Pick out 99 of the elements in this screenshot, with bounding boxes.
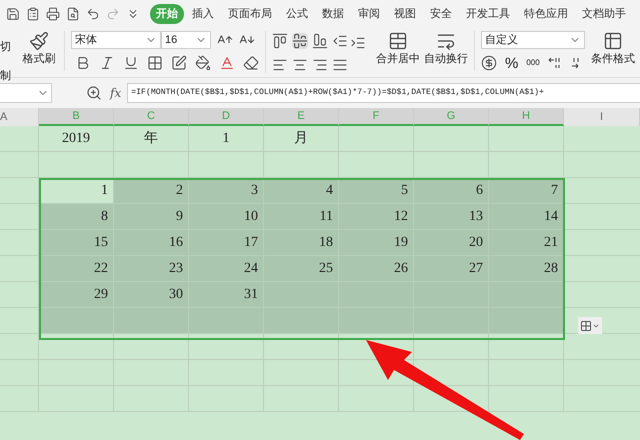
table-cell: 4 [264, 178, 339, 204]
paintbrush-icon[interactable] [29, 31, 49, 51]
table-cell: 18 [264, 230, 339, 256]
table-cell: 23 [114, 256, 189, 282]
menu-tab[interactable]: 视图 [388, 4, 422, 24]
conditional-format-button[interactable]: 条件格式 [591, 31, 635, 68]
menu-tab[interactable]: 安全 [424, 4, 458, 24]
table-cell: 12 [339, 204, 414, 230]
table-cell [0, 334, 39, 360]
font-color-icon[interactable] [219, 55, 235, 71]
menu-tab[interactable]: 审阅 [352, 4, 386, 24]
merge-cells-icon[interactable] [388, 31, 408, 51]
table-cell: 9 [114, 204, 189, 230]
table-cell: 7 [489, 178, 564, 204]
table-cell: 28 [489, 256, 564, 282]
underline-icon[interactable] [123, 55, 139, 71]
table-cell [0, 126, 39, 152]
table-cell: 2019 [39, 126, 114, 152]
zoom-icon[interactable] [86, 85, 102, 101]
table-cell: 29 [39, 282, 114, 308]
align-center-icon[interactable] [292, 57, 308, 73]
justify-icon[interactable] [332, 57, 348, 73]
merge-center-button[interactable]: 合并居中 [376, 31, 420, 68]
print-preview-icon[interactable] [66, 7, 80, 21]
table-cell: 1 [39, 178, 114, 204]
clipboard-icon[interactable] [26, 7, 40, 21]
table-cell: 8 [39, 204, 114, 230]
menu-tab[interactable]: 特色应用 [518, 4, 574, 24]
table-icon[interactable] [603, 31, 623, 51]
wrap-text-button[interactable]: 自动换行 [424, 31, 468, 68]
table-cell: 2 [114, 178, 189, 204]
table-cell: 26 [339, 256, 414, 282]
percent-button[interactable]: % [505, 56, 518, 70]
thousands-button[interactable]: 000 [526, 59, 540, 67]
align-left-icon[interactable] [272, 57, 288, 73]
table-icon [580, 320, 592, 332]
save-icon[interactable] [6, 7, 20, 21]
table-cell: 17 [189, 230, 264, 256]
eraser-icon[interactable] [243, 55, 259, 71]
menu-tab[interactable]: 文档助手 [576, 4, 632, 24]
table-cell: 11 [264, 204, 339, 230]
indent-icon[interactable] [350, 35, 366, 51]
border-icon[interactable] [147, 55, 163, 71]
table-cell: 21 [489, 230, 564, 256]
table-cell [0, 282, 39, 308]
fx-label[interactable]: fx [110, 84, 122, 102]
table-cell [0, 230, 39, 256]
undo-icon[interactable] [86, 7, 100, 21]
table-cell: 14 [489, 204, 564, 230]
table-cell: 24 [189, 256, 264, 282]
print-icon[interactable] [46, 7, 60, 21]
table-cell: 20 [414, 230, 489, 256]
table-cell [0, 178, 39, 204]
align-bottom-icon[interactable] [312, 33, 328, 49]
outdent-icon[interactable] [332, 33, 348, 49]
font-size-dropdown[interactable]: 16 [161, 31, 211, 49]
font-name-dropdown[interactable]: 宋体 [71, 31, 161, 49]
table-cell: 1 [189, 126, 264, 152]
align-middle-icon[interactable] [292, 33, 308, 49]
table-cell: 3 [189, 178, 264, 204]
clipboard-label[interactable]: 切 [0, 39, 14, 56]
table-cell: 月 [264, 126, 339, 152]
table-cell [0, 386, 39, 412]
table-cell: 6 [414, 178, 489, 204]
table-cell [0, 256, 39, 282]
menu-tab[interactable]: 页面布局 [222, 4, 278, 24]
table-cell: 年 [114, 126, 189, 152]
cell-style-icon[interactable] [171, 55, 187, 71]
table-cell: 13 [414, 204, 489, 230]
menu-tab[interactable]: 开发工具 [460, 4, 516, 24]
menu-tab[interactable]: 公式 [280, 4, 314, 24]
align-right-icon[interactable] [312, 57, 328, 73]
table-cell [0, 360, 39, 386]
decrease-decimal-icon[interactable] [548, 56, 562, 70]
clipboard-label[interactable]: 制 [0, 68, 14, 84]
table-cell [0, 204, 39, 230]
number-format-dropdown[interactable]: 自定义 [481, 31, 585, 49]
table-cell: 5 [339, 178, 414, 204]
currency-icon[interactable] [481, 55, 497, 71]
paste-options-button[interactable] [578, 317, 602, 334]
format-painter-button[interactable]: 格式刷 [22, 31, 56, 68]
table-cell: 22 [39, 256, 114, 282]
table-cell: 25 [264, 256, 339, 282]
table-cell: 15 [39, 230, 114, 256]
align-top-icon[interactable] [272, 33, 288, 49]
fill-color-icon[interactable] [195, 55, 211, 71]
table-cell: 19 [339, 230, 414, 256]
column-header[interactable]: I [564, 108, 640, 126]
table-cell [0, 308, 39, 334]
table-cell: 31 [189, 282, 264, 308]
table-cell: 27 [414, 256, 489, 282]
table-cell: 16 [114, 230, 189, 256]
table-cell: 30 [114, 282, 189, 308]
menu-tab[interactable]: 插入 [186, 4, 220, 24]
table-cell: 10 [189, 204, 264, 230]
menu-tab[interactable]: 数据 [316, 4, 350, 24]
formula-field[interactable]: =IF(MONTH(DATE($B$1,$D$1,COLUMN(A$1)+ROW($A1)*7-7))=$D$1,DATE($B$1,$D$1,COLUMN(A$1)+ [127, 83, 640, 103]
table-cell [0, 152, 39, 178]
italic-icon[interactable] [99, 55, 115, 71]
